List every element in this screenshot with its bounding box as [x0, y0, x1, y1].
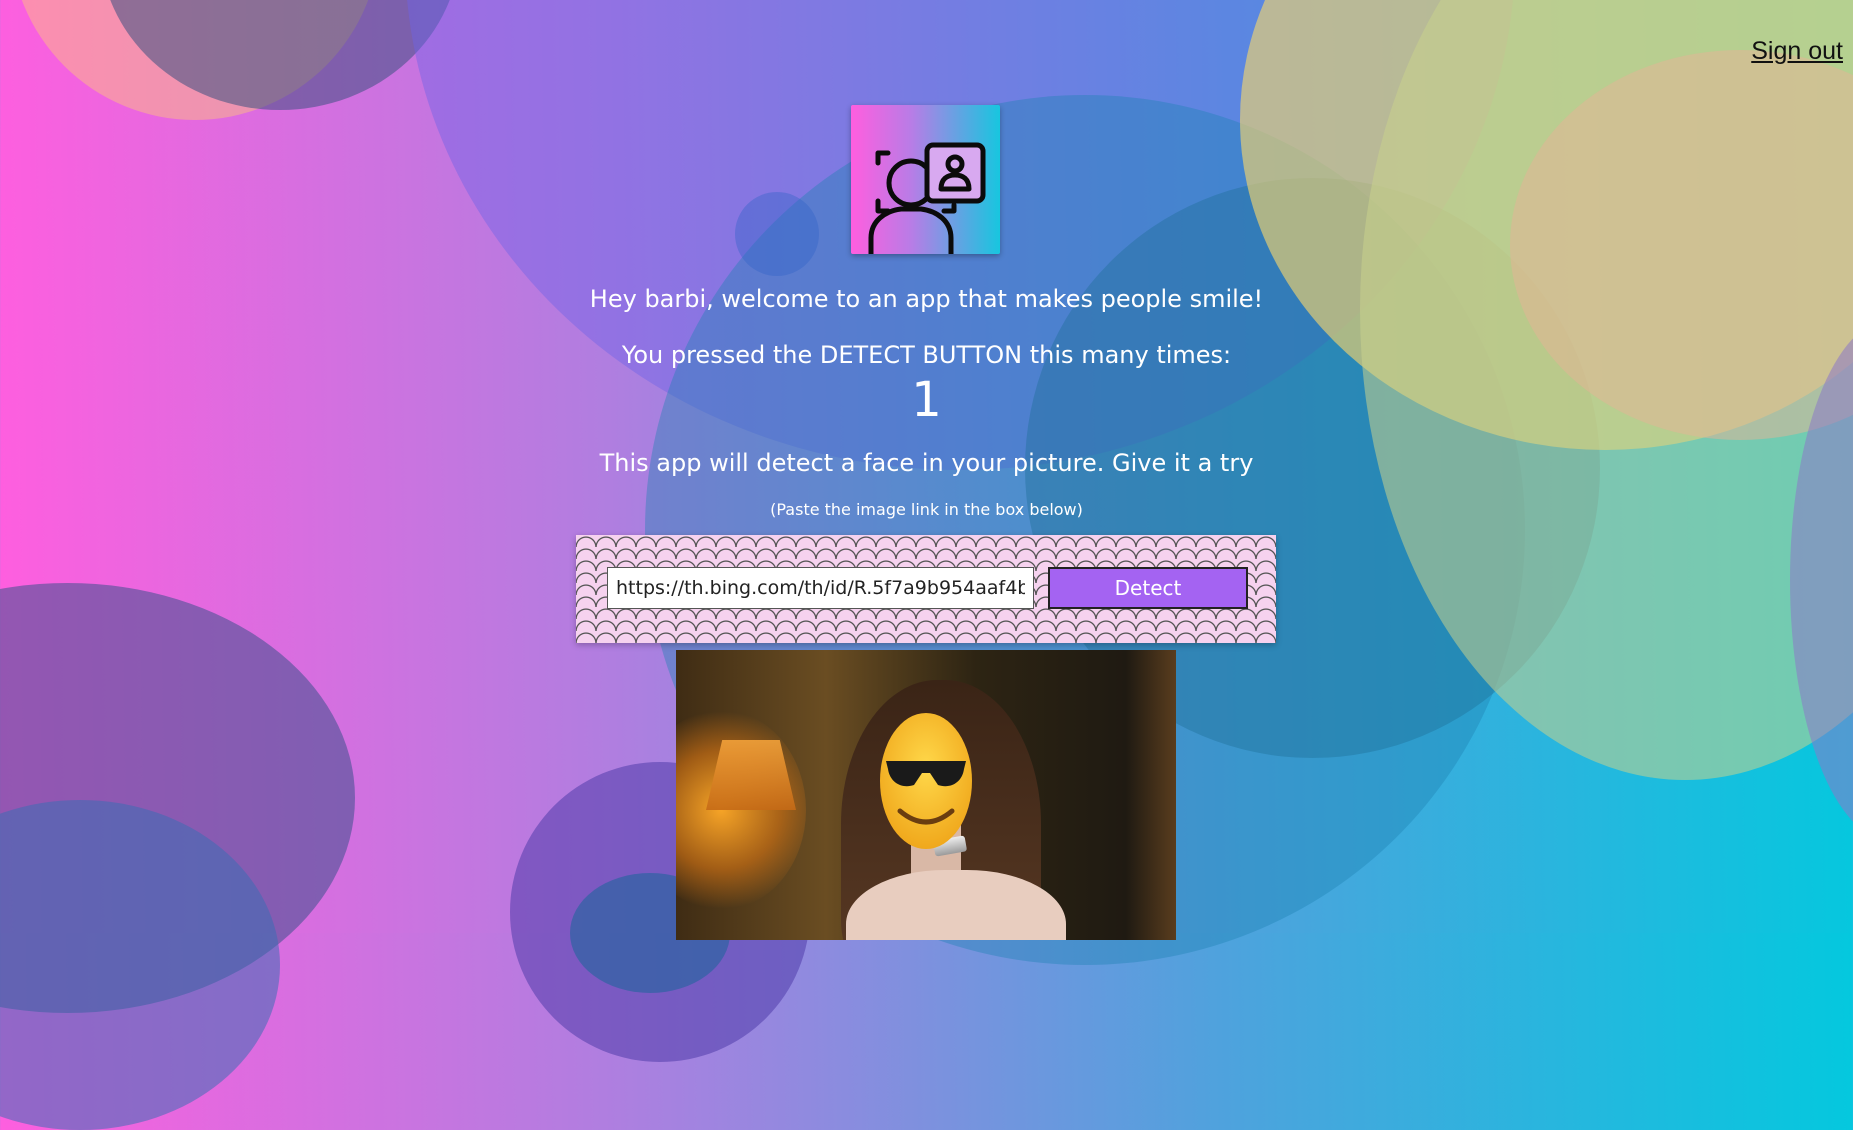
- app-logo: [851, 105, 1000, 254]
- result-image: [676, 650, 1176, 940]
- welcome-message: Hey barbi, welcome to an app that makes …: [589, 285, 1264, 313]
- image-url-input[interactable]: [607, 567, 1034, 609]
- detect-count-value: 1: [911, 372, 942, 428]
- sunglasses-emoji-icon: [880, 713, 972, 849]
- face-recognition-icon: [868, 142, 986, 254]
- input-hint: (Paste the image link in the box below): [770, 500, 1083, 519]
- app-tagline: This app will detect a face in your pict…: [599, 449, 1254, 477]
- image-url-form: Detect: [576, 535, 1276, 643]
- sign-out-link[interactable]: Sign out: [1751, 37, 1843, 66]
- detect-button[interactable]: Detect: [1048, 567, 1248, 609]
- detect-count-label: You pressed the DETECT BUTTON this many …: [621, 341, 1232, 369]
